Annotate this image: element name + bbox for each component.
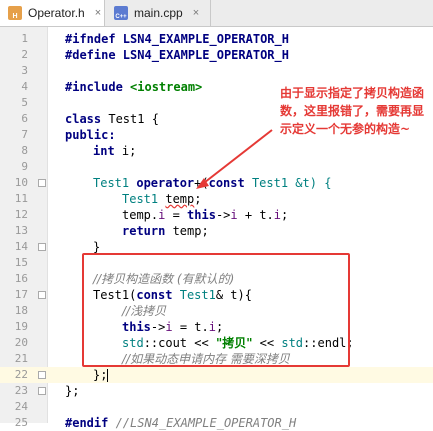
code-text: }; — [93, 368, 108, 382]
fold-marker-icon[interactable] — [38, 243, 46, 251]
code-text: = — [165, 208, 188, 222]
line-number: 10 — [14, 176, 28, 189]
tab-label: main.cpp — [134, 6, 183, 20]
line-number: 1 — [21, 32, 28, 45]
line-number: 3 — [21, 64, 28, 77]
line-number: 19 — [14, 320, 28, 333]
line-number: 22 — [14, 368, 28, 381]
line-number: 18 — [14, 304, 28, 317]
fold-marker-icon[interactable] — [38, 387, 46, 395]
text-cursor — [107, 369, 109, 382]
line-number: 17 — [14, 288, 28, 301]
line-number: 23 — [14, 384, 28, 397]
code-text: }; — [65, 384, 80, 398]
code-line: 3 — [0, 63, 433, 79]
line-number: 12 — [14, 208, 28, 221]
line-number: 16 — [14, 272, 28, 285]
code-line: 24 — [0, 399, 433, 415]
code-line: 8 int i; — [0, 143, 433, 159]
code-text: + t. — [237, 208, 274, 222]
line-number: 7 — [21, 128, 28, 141]
code-line: 25 #endif //LSN4_EXAMPLE_OPERATOR_H — [0, 415, 433, 431]
field-name: i — [230, 208, 238, 222]
macro-name: LSN4_EXAMPLE_OPERATOR_H — [115, 32, 289, 46]
line-number: 15 — [14, 256, 28, 269]
code-line: 23}; — [0, 383, 433, 399]
close-tab-icon[interactable]: × — [193, 7, 199, 19]
preprocessor-directive: #endif — [65, 416, 109, 430]
keyword: public: — [65, 128, 116, 142]
code-text: Test1 &t) { — [244, 176, 332, 190]
line-number: 6 — [21, 112, 28, 125]
line-number: 25 — [14, 416, 28, 429]
code-text: } — [93, 240, 101, 254]
line-number: 8 — [21, 144, 28, 157]
code-text: ; — [194, 192, 202, 206]
copy-constructor-highlight-box — [82, 253, 350, 367]
code-line: 1 #ifndef LSN4_EXAMPLE_OPERATOR_H — [0, 31, 433, 47]
code-text: temp; — [165, 224, 209, 238]
type-name: Test1 — [93, 176, 137, 190]
keyword: operator — [136, 176, 195, 190]
fold-marker-icon[interactable] — [38, 179, 46, 187]
line-number: 14 — [14, 240, 28, 253]
keyword: return — [122, 224, 166, 238]
keyword: const — [208, 176, 245, 190]
editor-tab-bar: H Operator.h × C++ main.cpp × — [0, 0, 433, 27]
code-line: 2 #define LSN4_EXAMPLE_OPERATOR_H — [0, 47, 433, 63]
include-path: <iostream> — [122, 80, 203, 94]
code-text: +( — [194, 176, 209, 190]
tab-label: Operator.h — [28, 6, 85, 20]
close-tab-icon[interactable]: × — [95, 7, 101, 19]
line-number: 9 — [21, 160, 28, 173]
type-name: Test1 — [122, 192, 166, 206]
error-squiggle-variable[interactable]: temp — [165, 192, 194, 206]
code-text: temp. — [122, 208, 159, 222]
fold-marker-icon[interactable] — [38, 291, 46, 299]
keyword: class — [65, 112, 102, 126]
tab-operator-h[interactable]: H Operator.h × — [0, 0, 105, 26]
line-number: 2 — [21, 48, 28, 61]
code-line-current: 22}; — [0, 367, 433, 383]
fold-marker-icon[interactable] — [38, 371, 46, 379]
file-icon-label: C++ — [115, 14, 127, 20]
annotation-note: 由于显示指定了拷贝构造函数，这里报错了，需要再显示定义一个无参的构造~ — [280, 86, 425, 136]
code-line: 13 return temp; — [0, 223, 433, 239]
line-number: 5 — [21, 96, 28, 109]
macro-name: LSN4_EXAMPLE_OPERATOR_H — [115, 48, 289, 62]
code-line: 9 — [0, 159, 433, 175]
cpp-file-icon: C++ — [114, 6, 128, 20]
field-name: i — [273, 208, 281, 222]
keyword: int — [93, 144, 115, 158]
line-number: 21 — [14, 352, 28, 365]
file-icon-label: H — [12, 13, 18, 20]
code-line: 12 temp.i = this->i + t.i; — [0, 207, 433, 223]
tab-main-cpp[interactable]: C++ main.cpp × — [106, 0, 211, 26]
code-line: 11 Test1 temp; — [0, 191, 433, 207]
code-text: ; — [281, 208, 289, 222]
code-text: Test1 { — [101, 112, 159, 126]
header-file-icon: H — [8, 6, 22, 20]
code-text: -> — [215, 208, 231, 222]
preprocessor-directive: #include — [65, 80, 123, 94]
preprocessor-directive: #ifndef — [65, 32, 116, 46]
line-number: 20 — [14, 336, 28, 349]
line-number: 11 — [14, 192, 28, 205]
line-number: 13 — [14, 224, 28, 237]
code-comment: //LSN4_EXAMPLE_OPERATOR_H — [108, 416, 297, 430]
preprocessor-directive: #define — [65, 48, 116, 62]
line-number: 24 — [14, 400, 28, 413]
line-number: 4 — [21, 80, 28, 93]
code-line: 10 Test1 operator+(const Test1 &t) { — [0, 175, 433, 191]
keyword: this — [187, 208, 216, 222]
code-text: i; — [114, 144, 137, 158]
